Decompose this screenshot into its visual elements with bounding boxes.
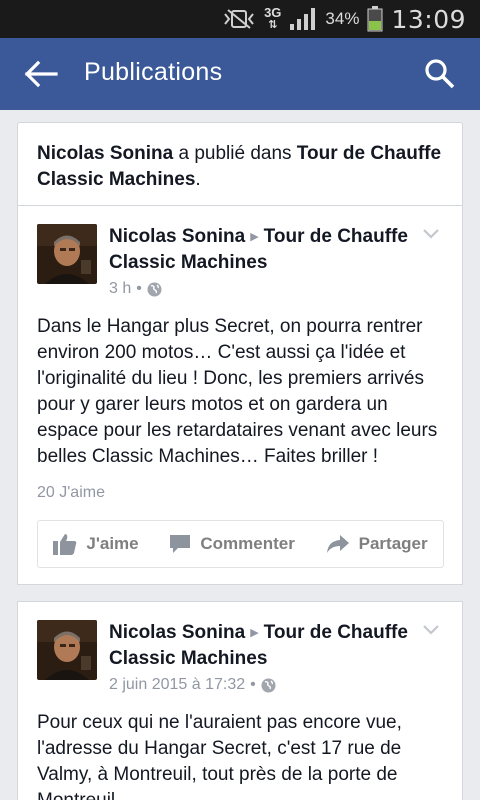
- time-separator: •: [136, 280, 142, 297]
- share-button[interactable]: Partager: [326, 534, 428, 554]
- globe-icon: [147, 282, 162, 296]
- header-connector: a publié dans: [173, 143, 297, 164]
- author-link[interactable]: Nicolas Sonina: [109, 226, 245, 247]
- vibrate-icon: [224, 9, 254, 29]
- battery-icon: [367, 6, 383, 32]
- activity-header: Nicolas Sonina a publié dans Tour de Cha…: [17, 122, 463, 206]
- post-title: Nicolas Sonina ▶ Tour de Chauffe Classic M…: [109, 224, 409, 276]
- status-bar: 3G ⇅ 34% 13:09: [0, 0, 480, 38]
- feed: Nicolas Sonina a publié dans Tour de Cha…: [17, 122, 463, 800]
- author-link[interactable]: Nicolas Sonina: [109, 622, 245, 643]
- header-suffix: .: [195, 169, 201, 190]
- post-time[interactable]: 2 juin 2015 à 17:32: [109, 676, 245, 694]
- chevron-down-icon[interactable]: [422, 228, 440, 240]
- post-card: Nicolas Sonina ▶ Tour de Chauffe Classic M…: [17, 206, 463, 585]
- post-timestamp: 2 juin 2015 à 17:32 •: [109, 676, 409, 694]
- battery-percent: 34%: [325, 9, 360, 28]
- post-actions: J'aime Commenter Partager: [37, 520, 444, 568]
- play-arrow-icon: ▶: [250, 231, 259, 243]
- comment-button[interactable]: Commenter: [169, 533, 295, 555]
- clock: 13:09: [391, 4, 466, 34]
- time-separator: •: [250, 676, 256, 693]
- like-button[interactable]: J'aime: [53, 533, 139, 555]
- arrow-left-icon[interactable]: [24, 60, 58, 88]
- post-timestamp: 3 h •: [109, 280, 409, 298]
- avatar[interactable]: [37, 620, 97, 680]
- like-count[interactable]: 20 J'aime: [37, 484, 444, 502]
- thumbs-up-icon: [53, 534, 77, 555]
- post-card: Nicolas Sonina ▶ Tour de Chauffe Classic M…: [17, 601, 463, 800]
- post-header: Nicolas Sonina ▶ Tour de Chauffe Classic M…: [37, 620, 444, 694]
- chevron-down-icon[interactable]: [422, 624, 440, 636]
- signal-icon: [290, 8, 316, 30]
- post-body: Dans le Hangar plus Secret, on pourra re…: [37, 316, 438, 467]
- post-time[interactable]: 3 h: [109, 280, 131, 298]
- network-type: 3G ⇅: [264, 5, 282, 31]
- post-header: Nicolas Sonina ▶ Tour de Chauffe Classic M…: [37, 224, 444, 298]
- page-title: Publications: [84, 58, 223, 86]
- share-icon: [326, 535, 349, 553]
- comment-label: Commenter: [200, 534, 295, 553]
- post-body: Pour ceux qui ne l'auraient pas encore v…: [37, 712, 402, 800]
- share-label: Partager: [358, 534, 428, 553]
- search-icon[interactable]: [424, 58, 456, 90]
- like-label: J'aime: [86, 534, 139, 553]
- header-author-link[interactable]: Nicolas Sonina: [37, 143, 173, 164]
- globe-icon: [261, 678, 276, 692]
- play-arrow-icon: ▶: [250, 627, 259, 639]
- app-bar: Publications: [0, 38, 480, 110]
- avatar[interactable]: [37, 224, 97, 284]
- comment-icon: [170, 535, 191, 553]
- post-title: Nicolas Sonina ▶ Tour de Chauffe Classic M…: [109, 620, 409, 672]
